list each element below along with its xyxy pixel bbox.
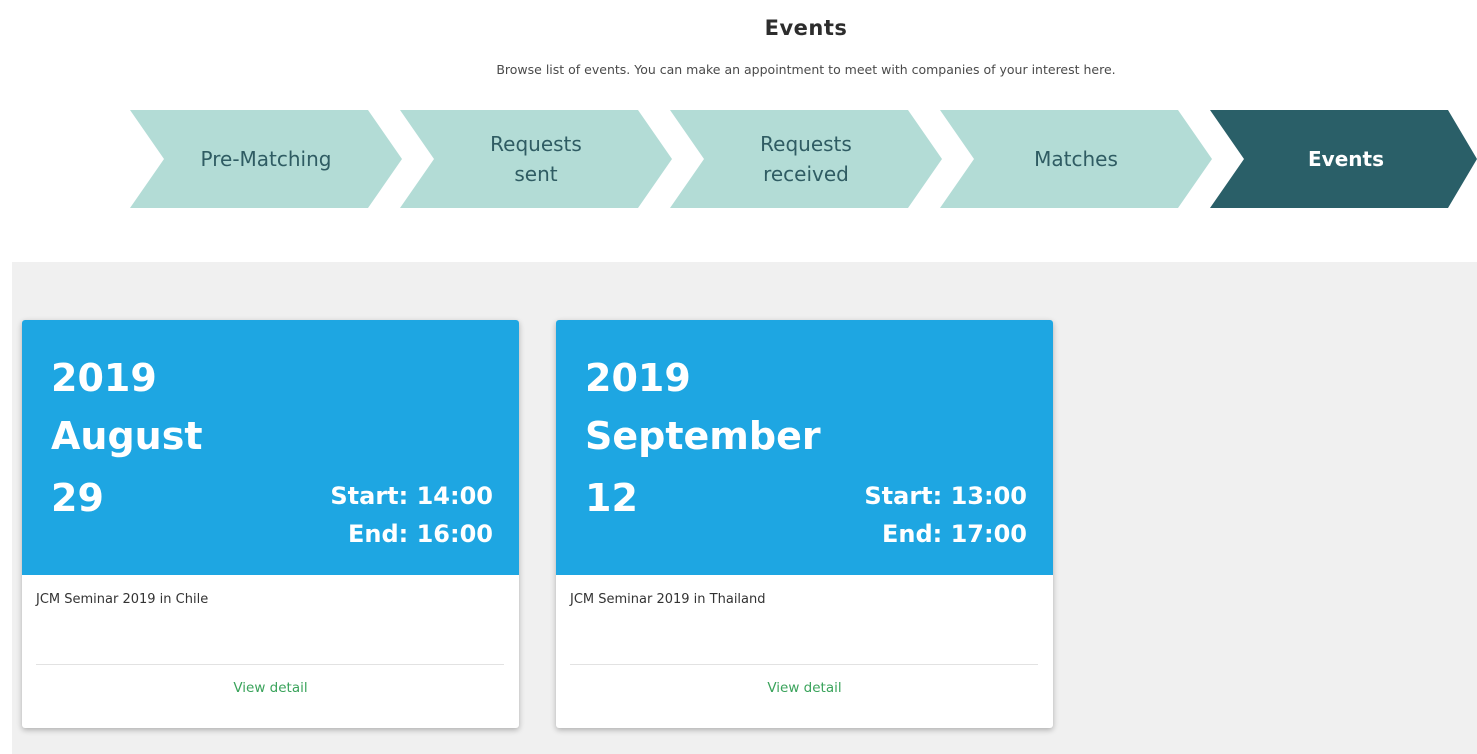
step-navigation: Pre-Matching Requests sent Requests rece… xyxy=(0,110,1477,208)
event-year: 2019 xyxy=(51,356,157,400)
event-day: 29 xyxy=(51,476,104,520)
event-year: 2019 xyxy=(585,356,691,400)
step-requests-sent[interactable]: Requests sent xyxy=(400,110,672,208)
step-pre-matching[interactable]: Pre-Matching xyxy=(130,110,402,208)
event-card-header: 2019 August 29 Start: 14:00 End: 16:00 xyxy=(22,320,519,575)
page-subtitle: Browse list of events. You can make an a… xyxy=(496,62,1116,77)
event-day: 12 xyxy=(585,476,638,520)
step-label: Events xyxy=(1308,147,1384,171)
step-matches[interactable]: Matches xyxy=(940,110,1212,208)
view-detail-link[interactable]: View detail xyxy=(556,680,1053,696)
step-label: Requests received xyxy=(760,132,852,186)
event-month: August xyxy=(51,414,203,458)
events-page: Events Browse list of events. You can ma… xyxy=(0,0,1477,754)
step-label: Requests sent xyxy=(490,132,582,186)
page-title: Events xyxy=(764,16,848,40)
event-card: 2019 August 29 Start: 14:00 End: 16:00 J… xyxy=(22,320,519,728)
step-requests-received[interactable]: Requests received xyxy=(670,110,942,208)
event-card: 2019 September 12 Start: 13:00 End: 17:0… xyxy=(556,320,1053,728)
step-events[interactable]: Events xyxy=(1210,110,1477,208)
event-end-time: End: 16:00 xyxy=(347,520,493,548)
event-month: September xyxy=(585,414,821,458)
card-divider xyxy=(36,664,504,665)
event-start-time: Start: 13:00 xyxy=(864,482,1027,510)
events-list: 2019 August 29 Start: 14:00 End: 16:00 J… xyxy=(12,262,1477,754)
event-title: JCM Seminar 2019 in Chile xyxy=(36,592,209,607)
event-end-time: End: 17:00 xyxy=(881,520,1027,548)
event-start-time: Start: 14:00 xyxy=(330,482,493,510)
event-card-header: 2019 September 12 Start: 13:00 End: 17:0… xyxy=(556,320,1053,575)
step-label: Pre-Matching xyxy=(200,147,332,171)
step-label: Matches xyxy=(1034,147,1118,171)
event-title: JCM Seminar 2019 in Thailand xyxy=(570,592,766,607)
card-divider xyxy=(570,664,1038,665)
view-detail-link[interactable]: View detail xyxy=(22,680,519,696)
